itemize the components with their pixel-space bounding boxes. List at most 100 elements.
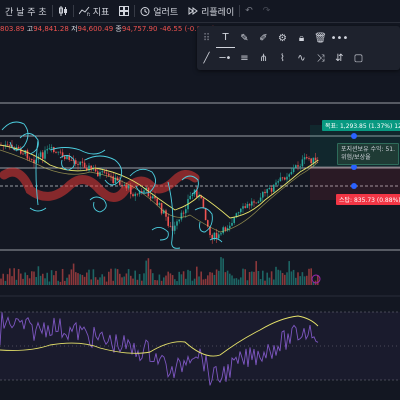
volume-bar: [240, 277, 242, 285]
candle-body: [266, 189, 268, 194]
volume-bar: [116, 269, 119, 285]
candle-body: [262, 191, 264, 198]
position-handle[interactable]: [351, 133, 357, 139]
rectangle-tool[interactable]: ▢: [349, 49, 368, 67]
candle-body: [35, 159, 37, 164]
volume-bar: [147, 258, 150, 285]
chart-type-button[interactable]: [53, 6, 73, 16]
replay-button[interactable]: 리플레이: [183, 5, 239, 18]
horizontal-ray-icon: ─•: [219, 52, 232, 64]
delete-button[interactable]: 🗑︎: [311, 29, 330, 47]
ohlc-legend: 803.89 고94,841.28 저94,600.49 종94,757.90 …: [0, 24, 215, 34]
candle-body: [9, 144, 11, 146]
zigzag-tool[interactable]: ⌇: [273, 49, 292, 67]
volume-bar: [55, 270, 57, 285]
volume-bar: [189, 270, 191, 285]
interval-buttons[interactable]: 간 날 주 초: [0, 5, 52, 18]
volume-bar: [158, 274, 161, 285]
candle-body: [213, 232, 216, 240]
volume-bar: [50, 270, 53, 285]
candle-body: [37, 156, 40, 160]
candle-body: [28, 158, 31, 160]
svg-text:fx: fx: [87, 12, 90, 16]
volume-bar: [77, 273, 79, 285]
candle-body: [248, 204, 251, 206]
indicators-button[interactable]: fx 지표: [74, 5, 115, 18]
candle-body: [123, 185, 125, 186]
replay-marker-icon[interactable]: [311, 274, 321, 284]
candle-body: [264, 191, 266, 194]
candle-body: [0, 145, 2, 146]
volume-bar: [138, 274, 141, 285]
position-handle[interactable]: [351, 183, 357, 189]
layout-button[interactable]: [114, 6, 134, 16]
volume-bar: [94, 277, 97, 285]
volume-bar: [15, 279, 18, 285]
red-brush-drawing[interactable]: [0, 167, 200, 202]
candle-body: [92, 168, 95, 170]
volume-bar: [196, 266, 198, 285]
pattern-tool[interactable]: ∿: [292, 49, 311, 67]
position-info-box[interactable]: 포지션보유 수익: 51. 위험/보상율: [337, 143, 400, 165]
candle-body: [237, 212, 240, 214]
volume-bar: [169, 273, 172, 285]
candle-body: [81, 161, 84, 163]
volume-bar: [292, 269, 295, 285]
volume-bar: [297, 272, 299, 285]
volume-bar: [165, 275, 167, 285]
pattern-icon: ∿: [297, 52, 306, 64]
interval-label: 간 날 주 초: [5, 7, 47, 18]
trendline-tool[interactable]: ╱: [197, 49, 216, 67]
moving-average-line-2: [0, 149, 319, 233]
more-button[interactable]: •••: [330, 29, 349, 47]
drag-handle[interactable]: ⠿: [197, 29, 216, 47]
pitchfork-tool[interactable]: ⋔: [254, 49, 273, 67]
candle-body: [138, 191, 141, 195]
candle-body: [154, 196, 156, 199]
brush-tool-button[interactable]: ✎: [235, 29, 254, 47]
text-tool-button[interactable]: T: [216, 29, 235, 48]
volume-bar: [33, 271, 35, 285]
undo-button[interactable]: ↶: [240, 6, 258, 16]
volume-bar: [312, 281, 315, 285]
candle-body: [59, 151, 62, 153]
channel-tool[interactable]: ≡: [235, 49, 254, 67]
volume-bar: [86, 272, 88, 285]
stop-loss-label[interactable]: 스탑: 835.73 (0.88%) 8: [336, 194, 400, 205]
candle-body: [275, 182, 277, 185]
candle-body: [218, 234, 220, 239]
candle-body: [231, 222, 233, 226]
settings-button[interactable]: ⚙: [273, 29, 292, 47]
candles-group: [0, 140, 319, 244]
candle-body: [286, 176, 288, 180]
candle-body: [303, 157, 306, 160]
volume-bar: [299, 276, 301, 285]
candle-body: [143, 190, 145, 193]
cyan-hand-drawing[interactable]: [1, 121, 223, 249]
lock-button[interactable]: 🔒︎: [292, 29, 311, 47]
position-tool[interactable]: ⇵: [330, 49, 349, 67]
volume-bar: [99, 277, 101, 285]
ray-tool[interactable]: ─•: [216, 49, 235, 67]
pen-tool-button[interactable]: ✐: [254, 29, 273, 47]
volume-bar: [149, 269, 152, 285]
redo-button[interactable]: ↷: [258, 6, 276, 16]
volume-bar: [160, 280, 163, 285]
volume-bar: [224, 272, 227, 285]
line-icon: ╱: [203, 52, 210, 64]
volume-bar: [83, 276, 86, 285]
volume-bar: [204, 278, 207, 285]
candle-body: [141, 191, 143, 193]
alert-button[interactable]: 얼러트: [135, 5, 183, 18]
drawing-toolbar-row-2: ╱ ─• ≡ ⋔ ⌇ ∿ ⤨ ⇵ ▢: [197, 48, 368, 68]
candle-body: [24, 150, 26, 155]
volume-bar: [308, 268, 310, 285]
position-info-line1: 포지션보유 수익: 51.: [341, 146, 396, 153]
volume-bar: [79, 274, 81, 285]
candle-body: [152, 196, 154, 199]
take-profit-label[interactable]: 목표: 1,293.85 (1.37%) 12: [322, 120, 400, 131]
candle-body: [70, 159, 73, 161]
volume-bar: [46, 272, 48, 285]
gear-icon: ⚙: [278, 32, 287, 44]
path-tool[interactable]: ⤨: [311, 49, 330, 67]
